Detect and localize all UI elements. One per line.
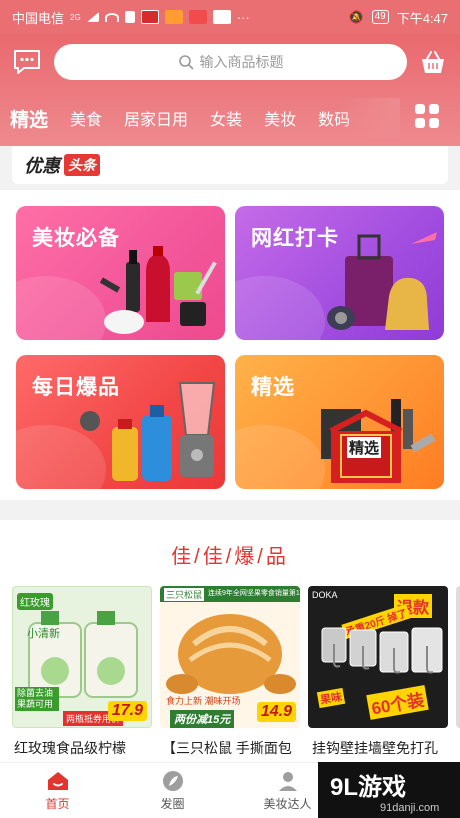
tab-featured[interactable]: 精选 — [10, 105, 48, 132]
clock: 下午4:47 — [396, 10, 448, 26]
cosmetics-illustration — [99, 246, 217, 334]
section-title: 佳/佳/爆/品 — [171, 546, 289, 568]
nav-label: 首页 — [45, 797, 70, 811]
tab-beauty[interactable]: 美妆 — [264, 106, 296, 130]
product-card-bread[interactable]: 三只松鼠 连续9年全网坚果零食销量第1 食力上新 潮味开场 两份减15元 14.… — [160, 586, 300, 728]
promo-extra: 果味 — [316, 687, 346, 709]
price-tag: 14.9 — [256, 702, 296, 722]
bread-image — [166, 614, 296, 694]
key-icon — [124, 11, 135, 23]
product-feature: 除菌去油 果蔬可用 — [15, 687, 59, 711]
card-daily-hot[interactable]: 每日爆品 — [16, 355, 225, 489]
watermark-url: 91danji.com — [380, 801, 440, 814]
card-trending-checkin[interactable]: 网红打卡 — [235, 206, 444, 340]
tab-fade — [340, 98, 400, 138]
app-notif-icon — [188, 10, 207, 24]
product-line: 小清新 — [27, 628, 60, 640]
battery-indicator: 49 — [371, 10, 389, 24]
search-input[interactable]: 输入商品标题 — [54, 44, 407, 80]
home-icon — [47, 772, 68, 790]
promo-banner[interactable]: 优惠 头条 — [12, 146, 448, 184]
watermark: 9L游戏 91danji.com — [318, 762, 460, 818]
mute-icon: 🔕 — [348, 10, 364, 24]
nav-home[interactable]: 首页 — [0, 763, 115, 818]
product-card-detergent[interactable]: 红玫瑰 小清新 除菌去油 果蔬可用 两瓶抵券用价 17.9 — [12, 586, 152, 728]
price-tag: 17.9 — [107, 701, 147, 721]
product-card-hooks[interactable]: DOKA 退款 承重20斤 掉了 果味 60个装 — [308, 586, 448, 728]
nav-label: 发圈 — [160, 797, 185, 811]
tab-home[interactable]: 居家日用 — [124, 106, 188, 130]
basket-button[interactable] — [418, 47, 448, 77]
product-claim: 连续9年全网坚果零食销量第1 — [208, 590, 300, 597]
app-notif-icon — [164, 10, 183, 24]
product-name[interactable]: 红玫瑰食品级柠檬 — [14, 738, 156, 758]
household-illustration — [80, 382, 216, 481]
gift-box-label: 精选 — [347, 437, 382, 458]
more-notifications-icon: ··· — [236, 9, 250, 25]
message-icon — [14, 50, 40, 74]
all-categories-button[interactable] — [414, 103, 440, 129]
gift-box-illustration — [321, 399, 436, 483]
deal-label: 两份减15元 — [170, 710, 235, 728]
tab-women[interactable]: 女装 — [210, 106, 242, 130]
status-bar: 中国电信 2G ··· 🔕 49 下午4:47 — [0, 0, 460, 34]
wifi-icon — [104, 12, 119, 22]
signal-icon — [86, 12, 99, 22]
tab-food[interactable]: 美食 — [70, 106, 102, 130]
app-notif-icon — [212, 10, 231, 24]
search-icon — [178, 55, 193, 70]
network-label: 2G — [70, 12, 81, 22]
product-name[interactable]: 挂钩壁挂墙壁免打孔 — [312, 738, 454, 758]
nav-moments[interactable]: 发圈 — [115, 763, 230, 818]
nav-label: 美妆达人 — [263, 797, 312, 811]
travel-illustration — [327, 232, 437, 330]
grid-icon — [415, 104, 439, 128]
brand-logo: DOKA — [312, 590, 338, 600]
feather-icon — [162, 771, 183, 791]
brand-logo: 三只松鼠 — [164, 588, 205, 601]
product-card-partial[interactable] — [456, 586, 460, 728]
card-featured[interactable]: 精选 精选 — [235, 355, 444, 489]
search-placeholder: 输入商品标题 — [199, 54, 284, 70]
banner-title: 优惠 — [24, 156, 60, 176]
card-title: 精选 — [251, 376, 295, 399]
product-feature: 食力上新 潮味开场 — [166, 696, 241, 706]
product-name[interactable]: 【三只松鼠 手撕面包 — [162, 738, 304, 758]
app-notif-icon — [140, 10, 159, 24]
user-icon — [278, 772, 297, 791]
card-beauty-essentials[interactable]: 美妆必备 — [16, 206, 225, 340]
watermark-brand: 9L游戏 — [330, 773, 407, 801]
basket-icon — [422, 51, 444, 73]
carrier-label: 中国电信 — [12, 10, 65, 26]
brand-logo: 红玫瑰 — [17, 593, 53, 610]
banner-tag: 头条 — [64, 154, 100, 176]
message-button[interactable] — [12, 48, 42, 76]
